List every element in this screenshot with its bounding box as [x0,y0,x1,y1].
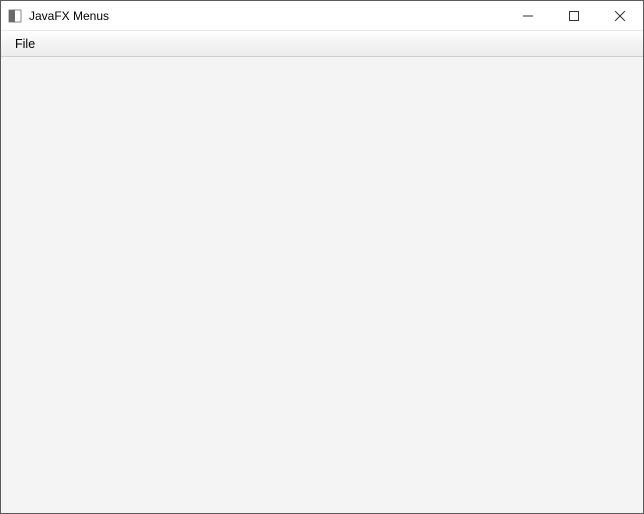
app-icon [7,8,23,24]
window-titlebar: JavaFX Menus [1,1,643,31]
minimize-button[interactable] [505,1,551,31]
window-controls [505,1,643,30]
menu-file[interactable]: File [7,34,43,54]
content-area [1,57,643,513]
close-button[interactable] [597,1,643,31]
menu-bar: File [1,31,643,57]
window-title: JavaFX Menus [29,9,505,23]
application-window: JavaFX Menus File [0,0,644,514]
maximize-button[interactable] [551,1,597,31]
